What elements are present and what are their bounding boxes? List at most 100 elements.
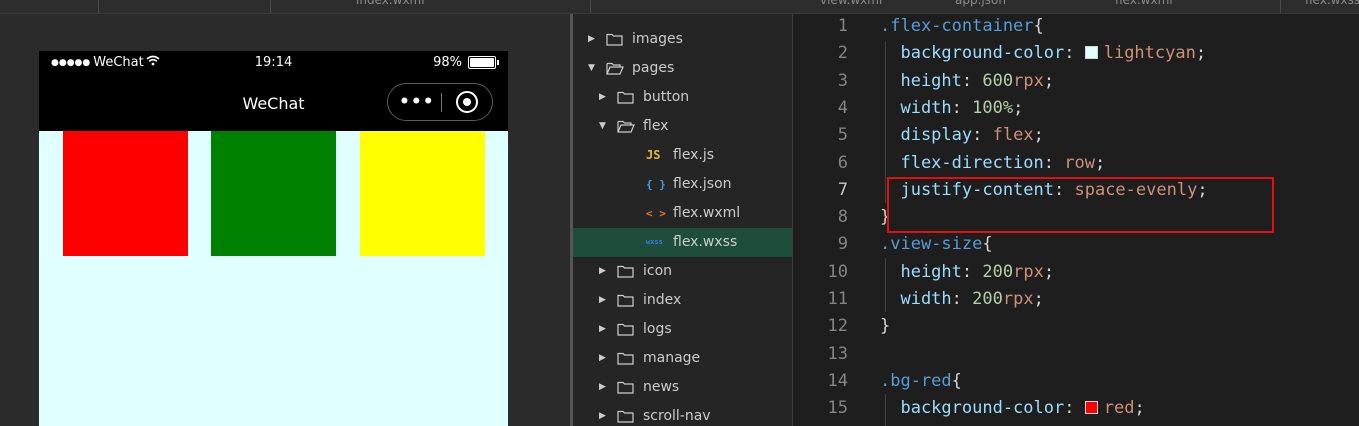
battery-indicator: 98% <box>433 55 499 70</box>
code-token: background-color <box>880 43 1065 64</box>
tab-separator <box>1280 0 1281 13</box>
chevron-right-icon[interactable]: ▶ <box>599 315 611 344</box>
code-token: .bg-red <box>880 370 952 391</box>
chevron-down-icon[interactable]: ▼ <box>599 112 611 141</box>
tree-item-label: button <box>643 89 690 105</box>
simulator-panel: ●●●●● WeChat 19:14 98% WeChat ••• <box>0 14 570 426</box>
code-line[interactable]: 6 flex-direction: row; <box>793 150 1359 177</box>
folder-icon <box>617 323 634 336</box>
code-token: { <box>982 234 993 255</box>
code-token: rpx <box>1002 289 1034 309</box>
tree-folder-manage[interactable]: ▶ manage <box>573 344 792 373</box>
tree-folder-images[interactable]: ▶ images <box>573 25 792 54</box>
tree-item-label: flex.wxss <box>673 234 738 250</box>
chevron-right-icon[interactable]: ▶ <box>599 286 611 315</box>
code-text: .bg-red{ <box>880 368 962 395</box>
tab-app-json[interactable]: app.json <box>955 0 1006 13</box>
code-token: flex <box>992 125 1034 146</box>
code-token: background-color <box>880 398 1065 419</box>
line-number: 15 <box>827 398 848 419</box>
code-token: height <box>880 70 962 91</box>
code-token: height <box>880 261 962 282</box>
code-line[interactable]: 5 display: flex; <box>793 122 1359 149</box>
close-miniprogram-icon[interactable] <box>456 91 478 113</box>
tree-item-label: flex <box>643 118 669 134</box>
file-type-icon: JS <box>646 148 661 162</box>
tab-flex-wxss[interactable]: flex.wxss <box>1305 0 1359 13</box>
tree-folder-pages[interactable]: ▼ pages <box>573 54 792 83</box>
tab-separator <box>270 0 271 13</box>
tree-file-flex-wxml[interactable]: < > flex.wxml <box>573 199 792 228</box>
chevron-right-icon[interactable]: ▶ <box>588 25 600 54</box>
line-number: 11 <box>827 289 848 309</box>
tab-flex-wxml[interactable]: flex.wxml <box>1115 0 1173 13</box>
code-line[interactable]: 4 width: 100%; <box>793 95 1359 122</box>
code-line[interactable]: 2 background-color: lightcyan; <box>793 40 1359 67</box>
tree-folder-logs[interactable]: ▶ logs <box>573 315 792 344</box>
chevron-right-icon[interactable]: ▶ <box>599 257 611 286</box>
color-swatch-icon[interactable] <box>1084 46 1098 60</box>
battery-icon <box>468 56 499 69</box>
line-number: 2 <box>837 43 848 64</box>
code-line[interactable]: 10 height: 200rpx; <box>793 259 1359 286</box>
code-line[interactable]: 14 .bg-red{ <box>793 368 1359 395</box>
folder-icon <box>617 265 634 278</box>
tab-view-wxml[interactable]: view.wxml <box>820 0 882 13</box>
code-line[interactable]: 12} <box>793 313 1359 340</box>
code-line[interactable]: 3 height: 600rpx; <box>793 68 1359 95</box>
tree-file-flex-wxss[interactable]: wxss flex.wxss <box>573 228 792 257</box>
chevron-down-icon[interactable]: ▼ <box>588 54 600 83</box>
tree-folder-button[interactable]: ▶ button <box>573 83 792 112</box>
status-bar: ●●●●● WeChat 19:14 98% <box>39 51 508 77</box>
code-token: ; <box>1033 289 1044 309</box>
tree-folder-scroll-nav[interactable]: ▶ scroll-nav <box>573 402 792 426</box>
more-icon[interactable]: ••• <box>399 92 435 112</box>
yellow-box <box>360 131 485 256</box>
code-token: 200 <box>982 261 1014 282</box>
folder-icon <box>606 33 623 46</box>
folder-icon <box>617 294 634 307</box>
chevron-right-icon[interactable]: ▶ <box>599 402 611 426</box>
tree-folder-index[interactable]: ▶ index <box>573 286 792 315</box>
line-number: 14 <box>827 370 848 391</box>
chevron-right-icon[interactable]: ▶ <box>599 344 611 373</box>
tree-item-label: scroll-nav <box>643 408 711 424</box>
code-line[interactable]: 15 background-color: red; <box>793 395 1359 422</box>
code-token: { <box>1033 16 1044 36</box>
code-text: width: 200rpx; <box>880 286 1044 313</box>
code-token: 100% <box>972 97 1014 118</box>
code-token: 200 <box>972 289 1003 309</box>
code-token: flex-direction <box>880 152 1044 173</box>
tree-folder-flex[interactable]: ▼ flex <box>573 112 792 141</box>
tree-folder-icon[interactable]: ▶ icon <box>573 257 792 286</box>
tree-folder-news[interactable]: ▶ news <box>573 373 792 402</box>
line-number: 12 <box>827 316 848 337</box>
code-line[interactable]: 13 <box>793 341 1359 368</box>
folder-icon <box>617 352 634 365</box>
code-line[interactable]: 9 .view-size{ <box>793 231 1359 258</box>
tab-index-wxml[interactable]: index.wxml <box>356 0 425 13</box>
code-line[interactable]: 1 .flex-container{ <box>793 14 1359 40</box>
folder-icon <box>617 91 634 104</box>
tree-file-flex-json[interactable]: { } flex.json <box>573 170 792 199</box>
code-token: : <box>961 261 983 282</box>
chevron-right-icon[interactable]: ▶ <box>599 83 611 112</box>
code-line[interactable]: 11 width: 200rpx; <box>793 286 1359 313</box>
code-token: ; <box>1033 125 1044 146</box>
line-number: 10 <box>827 261 848 282</box>
code-token: rpx <box>1013 70 1044 91</box>
code-token: lightcyan <box>1103 43 1196 64</box>
tree-file-flex-js[interactable]: JS flex.js <box>573 141 792 170</box>
highlight-annotation <box>887 177 1274 233</box>
battery-percent: 98% <box>433 55 462 70</box>
file-type-icon: { } <box>646 178 666 191</box>
code-token: width <box>880 289 952 309</box>
code-token: .view-size <box>880 234 983 255</box>
color-swatch-icon[interactable] <box>1084 401 1098 415</box>
code-token: ; <box>1094 152 1106 173</box>
code-token: : <box>1043 152 1065 173</box>
file-type-icon: wxss <box>646 238 663 246</box>
battery-fill <box>470 58 494 67</box>
tree-item-label: logs <box>643 321 672 337</box>
chevron-right-icon[interactable]: ▶ <box>599 373 611 402</box>
